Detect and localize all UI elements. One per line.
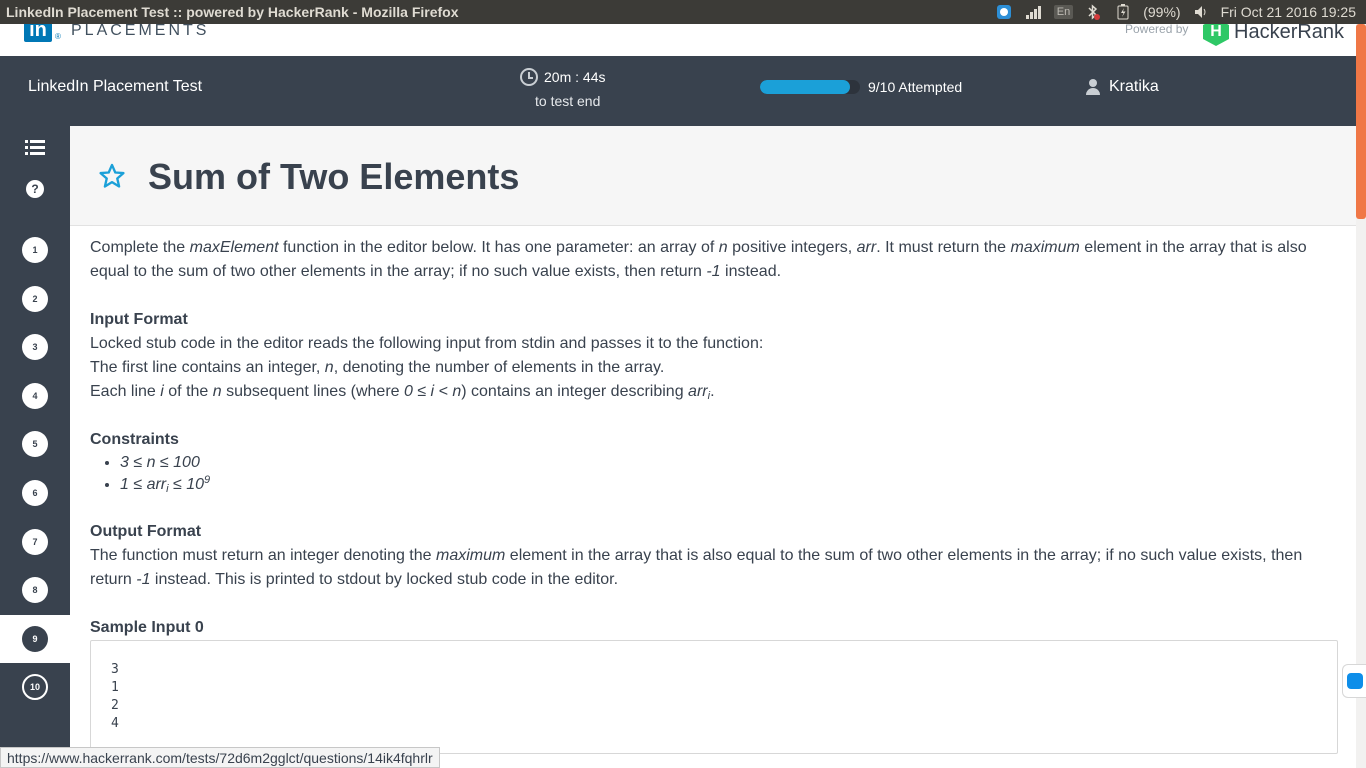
system-tray: En (99%) Fri Oct 21 2016 19:25	[994, 4, 1366, 20]
status-bar-url: https://www.hackerrank.com/tests/72d6m2g…	[0, 747, 440, 768]
sample-input-section: Sample Input 0 3 1 2 4	[90, 616, 1338, 754]
clock-datetime[interactable]: Fri Oct 21 2016 19:25	[1221, 4, 1356, 20]
input-format-heading: Input Format	[90, 311, 188, 328]
constraints-list: 3 ≤ n ≤ 100 1 ≤ arri ≤ 109	[120, 452, 1338, 496]
brand-strip: in ® PLACEMENTS Powered by H HackerRank	[0, 24, 1356, 56]
question-nav-item-2[interactable]: 2	[0, 275, 70, 323]
question-nav-item-6[interactable]: 6	[0, 469, 70, 517]
output-format-heading: Output Format	[90, 523, 202, 540]
question-nav-item-5[interactable]: 5	[0, 420, 70, 468]
input-format-line: The first line contains an integer, n, d…	[90, 359, 665, 376]
question-number: 1	[22, 237, 48, 263]
scrollbar-thumb[interactable]	[1356, 24, 1366, 219]
question-number: 6	[22, 480, 48, 506]
question-nav-item-9[interactable]: 9	[0, 614, 70, 663]
constraint-item: 3 ≤ n ≤ 100	[120, 452, 1338, 474]
question-title-band: Sum of Two Elements	[70, 126, 1356, 226]
question-number: 5	[22, 431, 48, 458]
sample-input-line: 1	[111, 680, 119, 695]
question-nav-item-4[interactable]: 4	[0, 372, 70, 420]
question-title: Sum of Two Elements	[148, 156, 520, 197]
constraint-item: 1 ≤ arri ≤ 109	[120, 474, 1338, 496]
user-icon	[1085, 79, 1101, 95]
timer-caption: to test end	[535, 93, 601, 109]
question-number: 10	[22, 674, 48, 701]
test-name: LinkedIn Placement Test	[28, 78, 203, 95]
network-signal-icon[interactable]	[1024, 4, 1044, 20]
input-format-line: Locked stub code in the editor reads the…	[90, 335, 764, 352]
messaging-icon[interactable]	[994, 4, 1014, 20]
test-header: LinkedIn Placement Test 20m : 44s to tes…	[0, 56, 1356, 126]
progress-fill	[760, 80, 850, 94]
question-list-icon[interactable]	[25, 140, 45, 156]
window-title-bar: LinkedIn Placement Test :: powered by Ha…	[0, 0, 1366, 24]
timer-value: 20m : 44s	[544, 69, 606, 85]
question-nav-item-7[interactable]: 7	[0, 518, 70, 566]
battery-icon[interactable]	[1113, 4, 1133, 20]
user-menu[interactable]: Kratika	[1085, 78, 1159, 96]
page-scrollbar[interactable]	[1356, 24, 1366, 768]
question-number: 2	[22, 285, 48, 312]
window-title: LinkedIn Placement Test :: powered by Ha…	[6, 4, 459, 20]
problem-intro: Complete the maxElement function in the …	[90, 239, 1307, 280]
linkedin-logo[interactable]: in	[24, 24, 52, 42]
output-format-text: The function must return an integer deno…	[90, 547, 1303, 588]
input-format-section: Input Format Locked stub code in the edi…	[90, 308, 1338, 404]
registered-mark-icon: ®	[55, 32, 61, 41]
question-number: 7	[22, 528, 48, 555]
sample-input-line: 3	[111, 662, 119, 677]
input-format-line: Each line i of the n subsequent lines (w…	[90, 383, 715, 402]
placements-label: PLACEMENTS	[71, 24, 210, 39]
help-icon[interactable]: ?	[26, 180, 44, 198]
hackerrank-logo[interactable]: H	[1203, 24, 1229, 46]
problem-statement: Complete the maxElement function in the …	[90, 236, 1338, 754]
keyboard-language-indicator[interactable]: En	[1053, 5, 1074, 19]
battery-percentage: (99%)	[1143, 4, 1181, 20]
constraints-section: Constraints 3 ≤ n ≤ 100 1 ≤ arri ≤ 109	[90, 428, 1338, 496]
question-number: 3	[22, 334, 48, 361]
user-name: Kratika	[1109, 78, 1159, 95]
attempted-count: 9/10 Attempted	[868, 79, 963, 95]
question-nav-item-3[interactable]: 3	[0, 323, 70, 371]
clock-icon	[520, 68, 538, 86]
star-bookmark-icon[interactable]	[98, 162, 126, 190]
volume-icon[interactable]	[1191, 4, 1211, 20]
sample-input-heading: Sample Input 0	[90, 619, 204, 636]
sample-input-box[interactable]: 3 1 2 4	[90, 640, 1338, 754]
question-nav-item-10[interactable]: 10	[0, 663, 70, 711]
question-sidebar: ? 1 2 3 4 5 6 7 8 9 10	[0, 126, 70, 768]
powered-by-label: Powered by	[1125, 24, 1189, 36]
sample-input-line: 2	[111, 698, 119, 713]
teamviewer-tab-icon[interactable]	[1342, 664, 1366, 698]
output-format-section: Output Format The function must return a…	[90, 520, 1338, 592]
question-number: 8	[22, 577, 48, 604]
question-number: 4	[22, 382, 48, 409]
question-nav-item-8[interactable]: 8	[0, 566, 70, 614]
constraints-heading: Constraints	[90, 431, 179, 448]
sample-input-line: 4	[111, 716, 119, 731]
attempted-progress-bar	[760, 80, 860, 94]
question-number: 9	[22, 625, 48, 652]
bluetooth-icon[interactable]	[1083, 4, 1103, 20]
test-timer: 20m : 44s to test end	[520, 68, 620, 109]
hackerrank-name[interactable]: HackerRank	[1234, 24, 1344, 44]
question-nav-item-1[interactable]: 1	[0, 226, 70, 274]
